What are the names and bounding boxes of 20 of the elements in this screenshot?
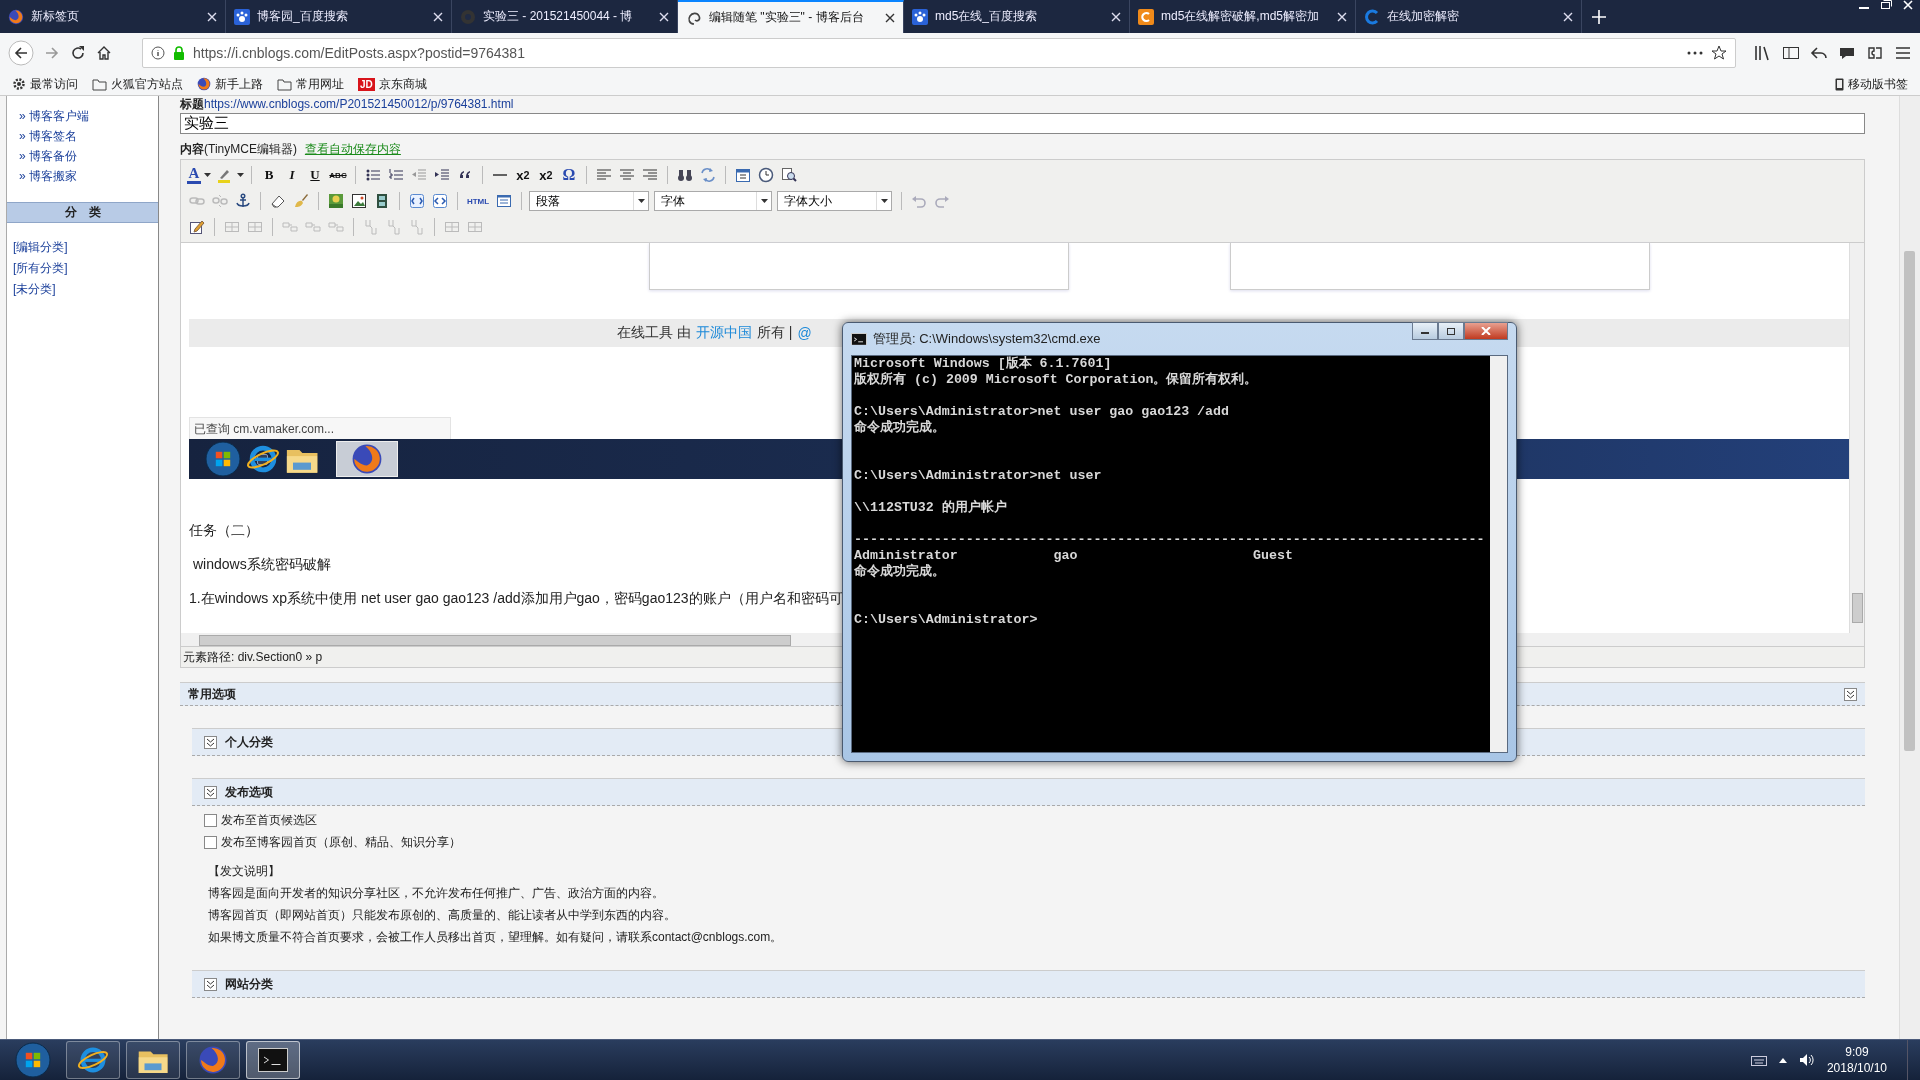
credit-text: 所有 | xyxy=(756,324,793,342)
heading: 任务（二） xyxy=(189,522,259,540)
credit-text: 在线工具 由 xyxy=(617,324,691,342)
field-label: 内容(TinyMCE编辑器) xyxy=(180,141,297,158)
category-header: 分 类 xyxy=(7,202,158,223)
logo: JD xyxy=(358,77,375,91)
console-output: Microsoft Windows [版本 6.1.7601] 版权所有 (c) 2009 Microsoft Corporation。保留所有权利。 C:\Users\Administrator>net user gao gao123 /add 命令成功完成。 C:\Users\Administrator>net user \\112STU32 的用户帐户 ------------------------------------------------------------------------------- Administrator gao Guest 命令成功完成。 C:\Users\Administrator> xyxy=(853,356,1486,629)
paragraph: 1.在windows xp系统中使用 net user gao gao123 /add添加用户gao，密码gao123的账户（用户名和密码可 xyxy=(189,590,843,608)
paragraph: windows系统密码破解 xyxy=(192,556,331,574)
note-text: 如果博文质量不符合首页要求，会被工作人员移出首页，望理解。如有疑问，请联系contact@cnblogs.com。 xyxy=(208,929,784,946)
note-text: 博客园是面向开发者的知识分享社区，不允许发布任何推广、广告、政治方面的内容。 xyxy=(208,885,665,902)
section-title: 网站分类 xyxy=(225,975,273,993)
window-title: 管理员: C:\Windows\system32\cmd.exe xyxy=(873,330,1102,348)
note-text: 博客园首页（即网站首页）只能发布原创的、高质量的、能让读者从中学到东西的内容。 xyxy=(208,907,677,924)
status-text: 已查询 cm.vamaker.com... xyxy=(189,417,451,439)
section-title: 发布选项 xyxy=(225,783,273,801)
section-title: 常用选项 xyxy=(188,685,236,703)
field-label: 标题 xyxy=(180,97,204,111)
section-title: 个人分类 xyxy=(225,733,273,751)
note-text: 【发文说明】 xyxy=(208,863,281,880)
